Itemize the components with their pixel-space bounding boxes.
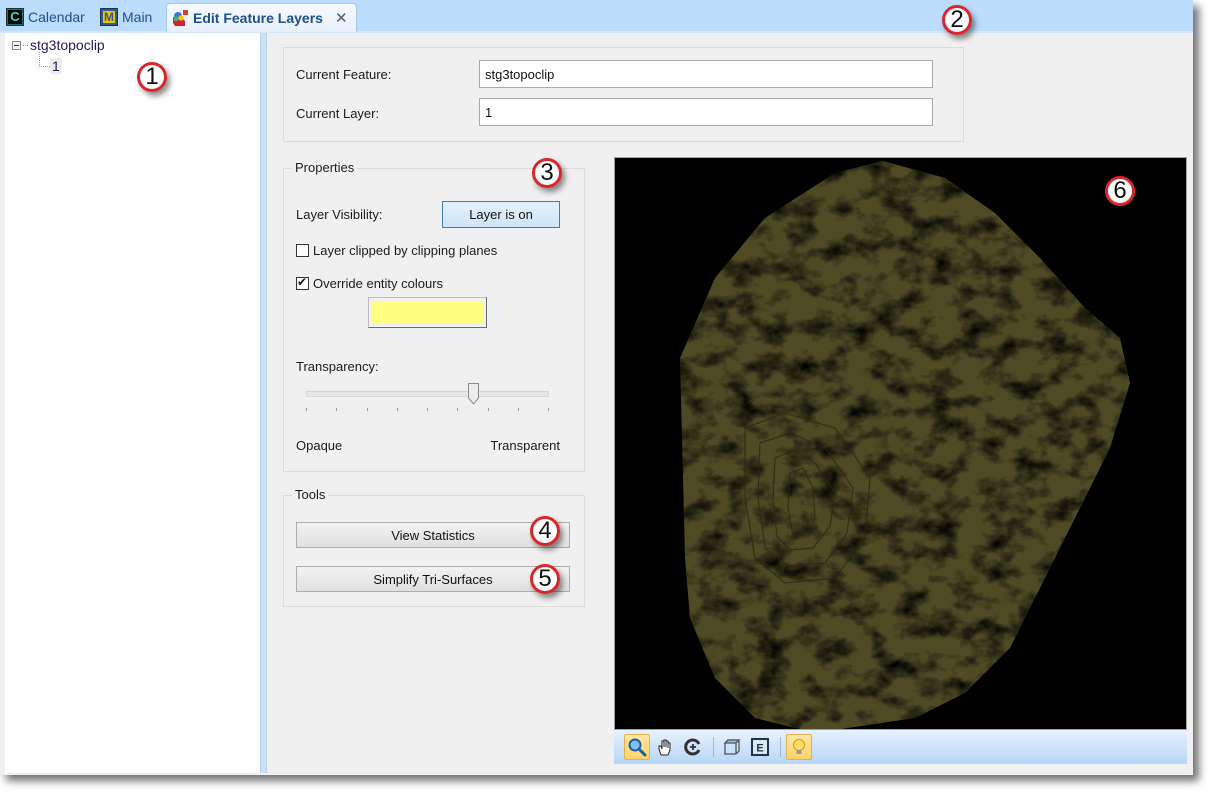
panel-splitter[interactable] <box>260 33 267 773</box>
transparent-label: Transparent <box>490 438 560 453</box>
edit-feature-layers-icon <box>171 9 189 27</box>
tree-node-1[interactable]: 1 <box>50 58 62 74</box>
layer-visibility-label: Layer Visibility: <box>296 207 383 222</box>
tree-node-stg3topoclip[interactable]: stg3topoclip <box>12 37 105 53</box>
zoom-extents-icon: E <box>751 738 769 756</box>
callout-2: 2 <box>942 5 972 35</box>
terrain-surface <box>680 161 1130 729</box>
slider-tick <box>548 408 549 411</box>
properties-title: Properties <box>292 160 358 175</box>
zoom-tool-button[interactable] <box>624 734 650 760</box>
tree-node-label: stg3topoclip <box>30 37 105 53</box>
rotate-tool-button[interactable] <box>680 734 706 760</box>
magnifier-icon <box>628 738 647 757</box>
slider-tick <box>457 408 459 411</box>
transparency-label: Transparency: <box>296 359 379 374</box>
tree-connector <box>23 44 28 46</box>
calendar-icon <box>6 7 24 26</box>
current-feature-field[interactable] <box>479 60 933 88</box>
clipped-label: Layer clipped by clipping planes <box>313 243 498 258</box>
override-colours-checkbox-row[interactable]: Override entity colours <box>296 275 444 291</box>
callout-4: 4 <box>530 516 560 546</box>
simplify-tri-surfaces-button[interactable]: Simplify Tri-Surfaces <box>296 566 570 592</box>
clipped-checkbox[interactable] <box>296 244 309 257</box>
terrain-shading <box>680 161 1130 729</box>
current-layer-field[interactable] <box>479 98 933 126</box>
transparency-slider[interactable] <box>305 380 550 420</box>
slider-tick <box>396 408 398 411</box>
close-icon[interactable]: ✕ <box>335 9 348 27</box>
viewport-toolbar: E <box>614 730 1187 764</box>
slider-tick <box>517 408 519 411</box>
app-window: Calendar Main Edit Feature Layers ✕ <box>0 0 1193 775</box>
lightbulb-icon <box>793 739 805 754</box>
svg-text:E: E <box>756 743 763 755</box>
cube-icon <box>723 739 741 755</box>
collapse-icon[interactable] <box>12 40 21 50</box>
tools-title: Tools <box>292 487 329 502</box>
tab-calendar[interactable]: Calendar <box>6 4 85 29</box>
slider-tick <box>336 408 338 411</box>
current-feature-label: Current Feature: <box>296 67 392 82</box>
callout-1: 1 <box>137 62 167 92</box>
opaque-label: Opaque <box>296 438 343 453</box>
slider-tick <box>487 408 489 411</box>
slider-tick <box>366 408 368 411</box>
slider-tick <box>427 408 428 411</box>
hand-icon <box>658 739 671 756</box>
override-colours-label: Override entity colours <box>313 276 444 291</box>
clipped-checkbox-row[interactable]: Layer clipped by clipping planes <box>296 243 497 258</box>
callout-6: 6 <box>1105 176 1135 206</box>
current-layer-label: Current Layer: <box>296 106 380 121</box>
tab-label: Calendar <box>28 8 85 25</box>
zoom-extents-button[interactable]: E <box>747 734 773 760</box>
colour-swatch <box>372 301 483 324</box>
tab-edit-feature-layers[interactable]: Edit Feature Layers ✕ <box>166 3 357 32</box>
lighting-button[interactable] <box>786 734 812 760</box>
3d-viewport[interactable] <box>614 157 1187 730</box>
rotate-icon <box>684 738 701 756</box>
override-colours-checkbox[interactable] <box>296 275 309 290</box>
tree-connector <box>39 52 50 67</box>
pan-tool-button[interactable] <box>652 734 678 760</box>
callout-5: 5 <box>530 564 560 594</box>
tree-node-label: 1 <box>50 58 62 74</box>
slider-thumb[interactable] <box>467 383 479 405</box>
layer-visibility-toggle[interactable]: Layer is on <box>442 201 560 228</box>
slider-track <box>306 391 549 397</box>
tab-label: Edit Feature Layers <box>193 10 323 26</box>
toolbar-separator <box>780 737 781 757</box>
view-cube-button[interactable] <box>719 734 745 760</box>
properties-group: Properties Layer Visibility: Layer is on… <box>283 160 585 472</box>
current-feature-group: Current Feature: Current Layer: <box>283 47 964 142</box>
tab-main[interactable]: Main <box>100 4 152 29</box>
feature-tree[interactable]: stg3topoclip 1 <box>5 33 261 773</box>
tab-label: Main <box>122 8 153 25</box>
colour-picker-button[interactable] <box>368 297 487 328</box>
callout-3: 3 <box>532 158 562 188</box>
main-icon <box>100 7 118 26</box>
view-statistics-button[interactable]: View Statistics <box>296 522 570 548</box>
tab-strip: Calendar Main Edit Feature Layers ✕ <box>0 0 1193 33</box>
slider-tick <box>306 408 307 411</box>
toolbar-separator <box>713 737 714 757</box>
